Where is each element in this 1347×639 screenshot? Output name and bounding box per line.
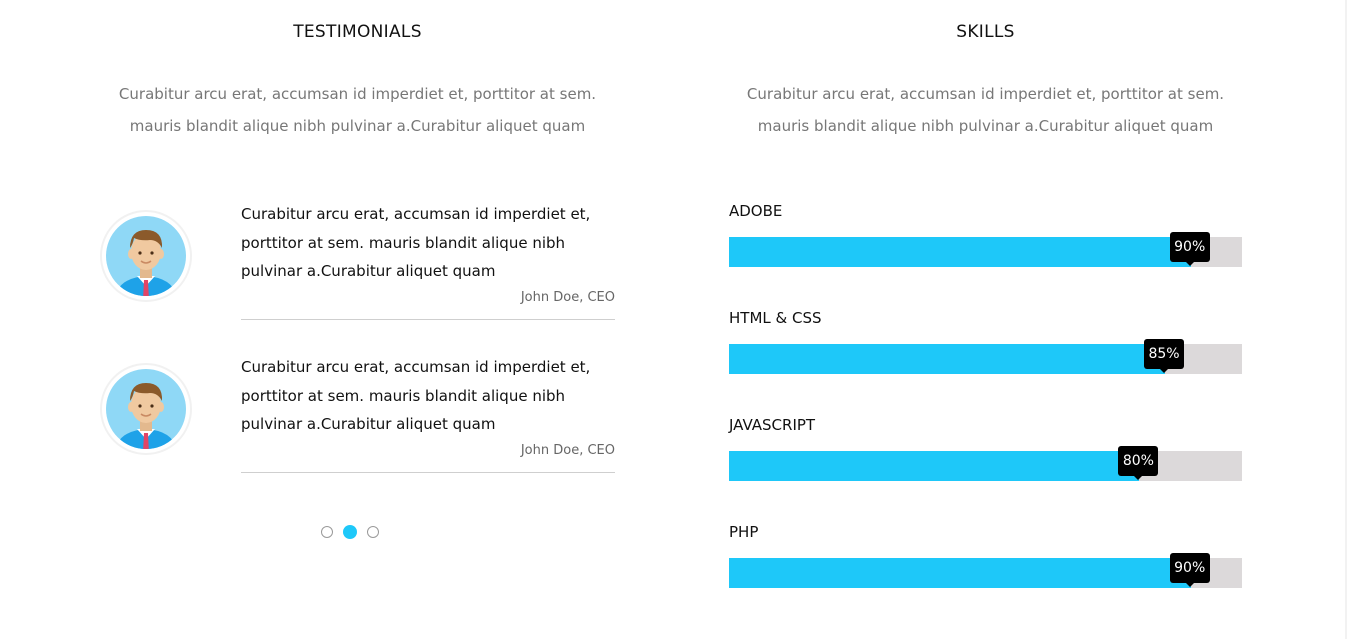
skills-intro: Curabitur arcu erat, accumsan id imperdi… — [688, 78, 1283, 142]
businessman-avatar-icon — [100, 210, 192, 302]
skill-name: HTML & CSS — [729, 309, 822, 327]
skill-name: PHP — [729, 523, 759, 541]
percent-bubble: 90% — [1169, 553, 1210, 587]
quote-line: Curabitur arcu erat, accumsan id imperdi… — [241, 205, 591, 223]
quote-line: porttitor at sem. mauris blandit alique … — [241, 386, 566, 405]
testimonial-quote: Curabitur arcu erat, accumsan id imperdi… — [241, 200, 615, 286]
divider — [241, 472, 615, 473]
skills-title: SKILLS — [956, 22, 1015, 42]
percent-bubble: 90% — [1169, 232, 1210, 266]
skills-intro-line-2: mauris blandit alique nibh pulvinar a.Cu… — [757, 117, 1214, 135]
progress-bar: 90% — [729, 232, 1242, 267]
progress-bar: 90% — [729, 553, 1242, 588]
testimonials-title: TESTIMONIALS — [293, 22, 422, 42]
carousel-dot-1[interactable] — [321, 526, 333, 538]
percent-bubble: 85% — [1144, 339, 1185, 373]
progress-fill — [729, 558, 1191, 588]
percent-bubble: 80% — [1118, 446, 1159, 480]
page: TESTIMONIALS Curabitur arcu erat, accums… — [0, 0, 1347, 639]
testimonial-author: John Doe, CEO — [520, 443, 615, 458]
quote-line: porttitor at sem. mauris blandit alique … — [241, 233, 566, 252]
testimonial-item: Curabitur arcu erat, accumsan id imperdi… — [100, 353, 615, 475]
skill-item-php: PHP 90% — [729, 523, 1242, 613]
skill-item-adobe: ADOBE 90% — [729, 202, 1242, 292]
carousel-dot-3[interactable] — [367, 526, 379, 538]
skill-item-html-css: HTML & CSS 85% — [729, 309, 1242, 399]
divider — [241, 319, 615, 320]
testimonials-intro: Curabitur arcu erat, accumsan id imperdi… — [60, 78, 655, 142]
progress-fill — [729, 344, 1166, 374]
carousel-dot-2[interactable] — [343, 525, 357, 539]
skills-intro-line-1: Curabitur arcu erat, accumsan id imperdi… — [746, 85, 1225, 103]
carousel-pagination — [321, 524, 379, 540]
testimonials-intro-line-2: mauris blandit alique nibh pulvinar a.Cu… — [129, 117, 586, 135]
skill-name: ADOBE — [729, 202, 783, 220]
progress-bar: 85% — [729, 339, 1242, 374]
businessman-avatar-icon — [100, 363, 192, 455]
skill-item-javascript: JAVASCRIPT 80% — [729, 416, 1242, 506]
testimonials-intro-line-1: Curabitur arcu erat, accumsan id imperdi… — [118, 85, 597, 103]
progress-fill — [729, 237, 1191, 267]
testimonial-author: John Doe, CEO — [520, 290, 615, 305]
quote-line: pulvinar a.Curabitur aliquet quam — [241, 262, 496, 280]
quote-line: pulvinar a.Curabitur aliquet quam — [241, 415, 496, 433]
testimonial-quote: Curabitur arcu erat, accumsan id imperdi… — [241, 353, 615, 439]
skill-name: JAVASCRIPT — [729, 416, 816, 434]
progress-fill — [729, 451, 1140, 481]
progress-bar: 80% — [729, 446, 1242, 481]
testimonial-item: Curabitur arcu erat, accumsan id imperdi… — [100, 200, 615, 322]
quote-line: Curabitur arcu erat, accumsan id imperdi… — [241, 358, 591, 376]
